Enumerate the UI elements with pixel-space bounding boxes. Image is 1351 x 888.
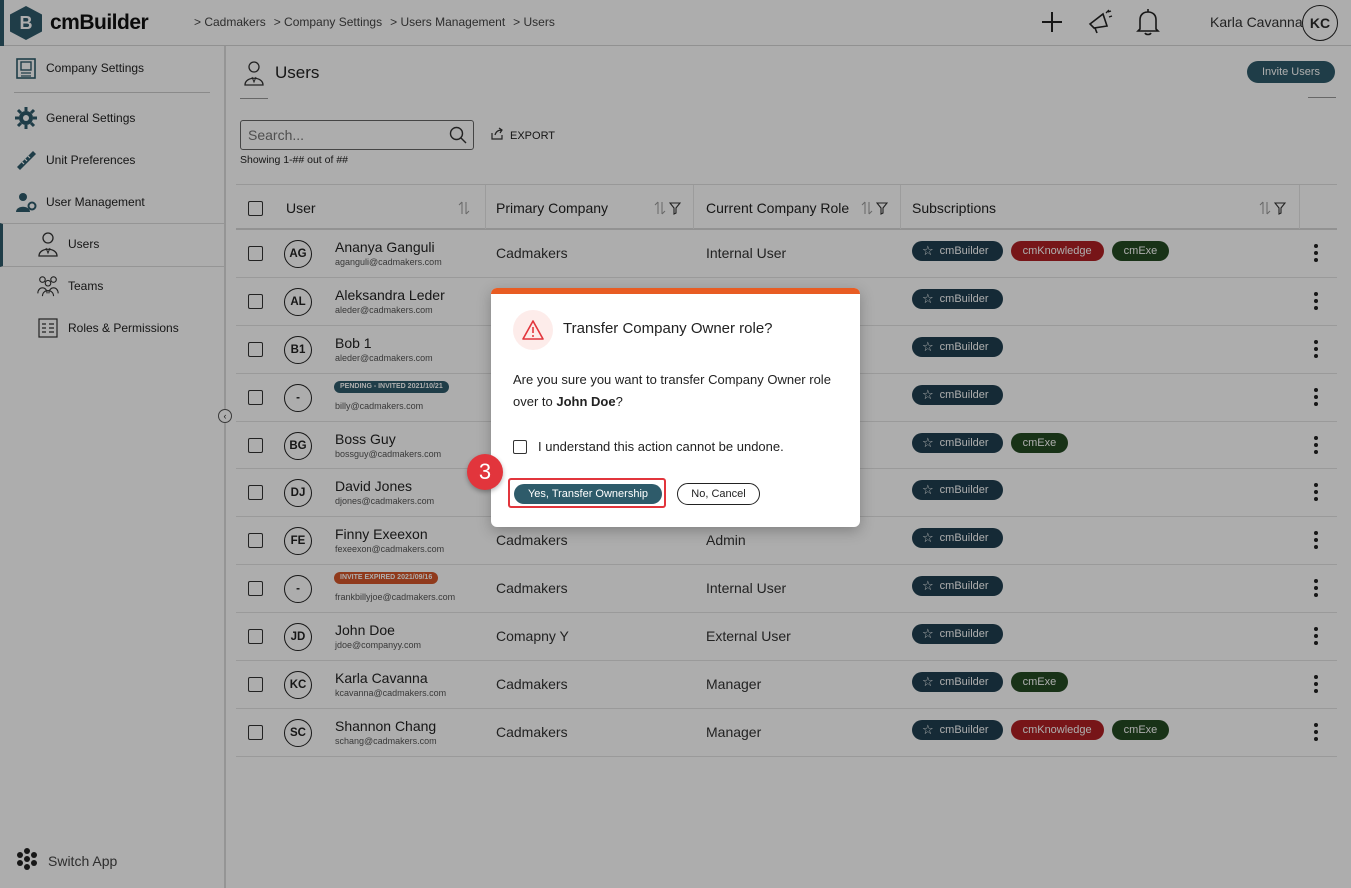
cancel-button[interactable]: No, Cancel <box>677 483 760 505</box>
dialog-message-name: John Doe <box>556 394 616 409</box>
confirm-checkbox-label: I understand this action cannot be undon… <box>538 439 784 454</box>
highlight-box <box>508 478 666 508</box>
dialog-message: Are you sure you want to transfer Compan… <box>513 369 843 413</box>
dialog-title: Transfer Company Owner role? <box>563 320 773 337</box>
confirm-checkbox[interactable] <box>513 439 527 454</box>
dialog-accent-stripe <box>491 288 860 294</box>
confirm-checkbox-row[interactable]: I understand this action cannot be undon… <box>513 439 784 454</box>
warning-icon <box>513 310 553 350</box>
step-number-badge: 3 <box>467 454 503 490</box>
dialog-message-suffix: ? <box>615 394 623 409</box>
